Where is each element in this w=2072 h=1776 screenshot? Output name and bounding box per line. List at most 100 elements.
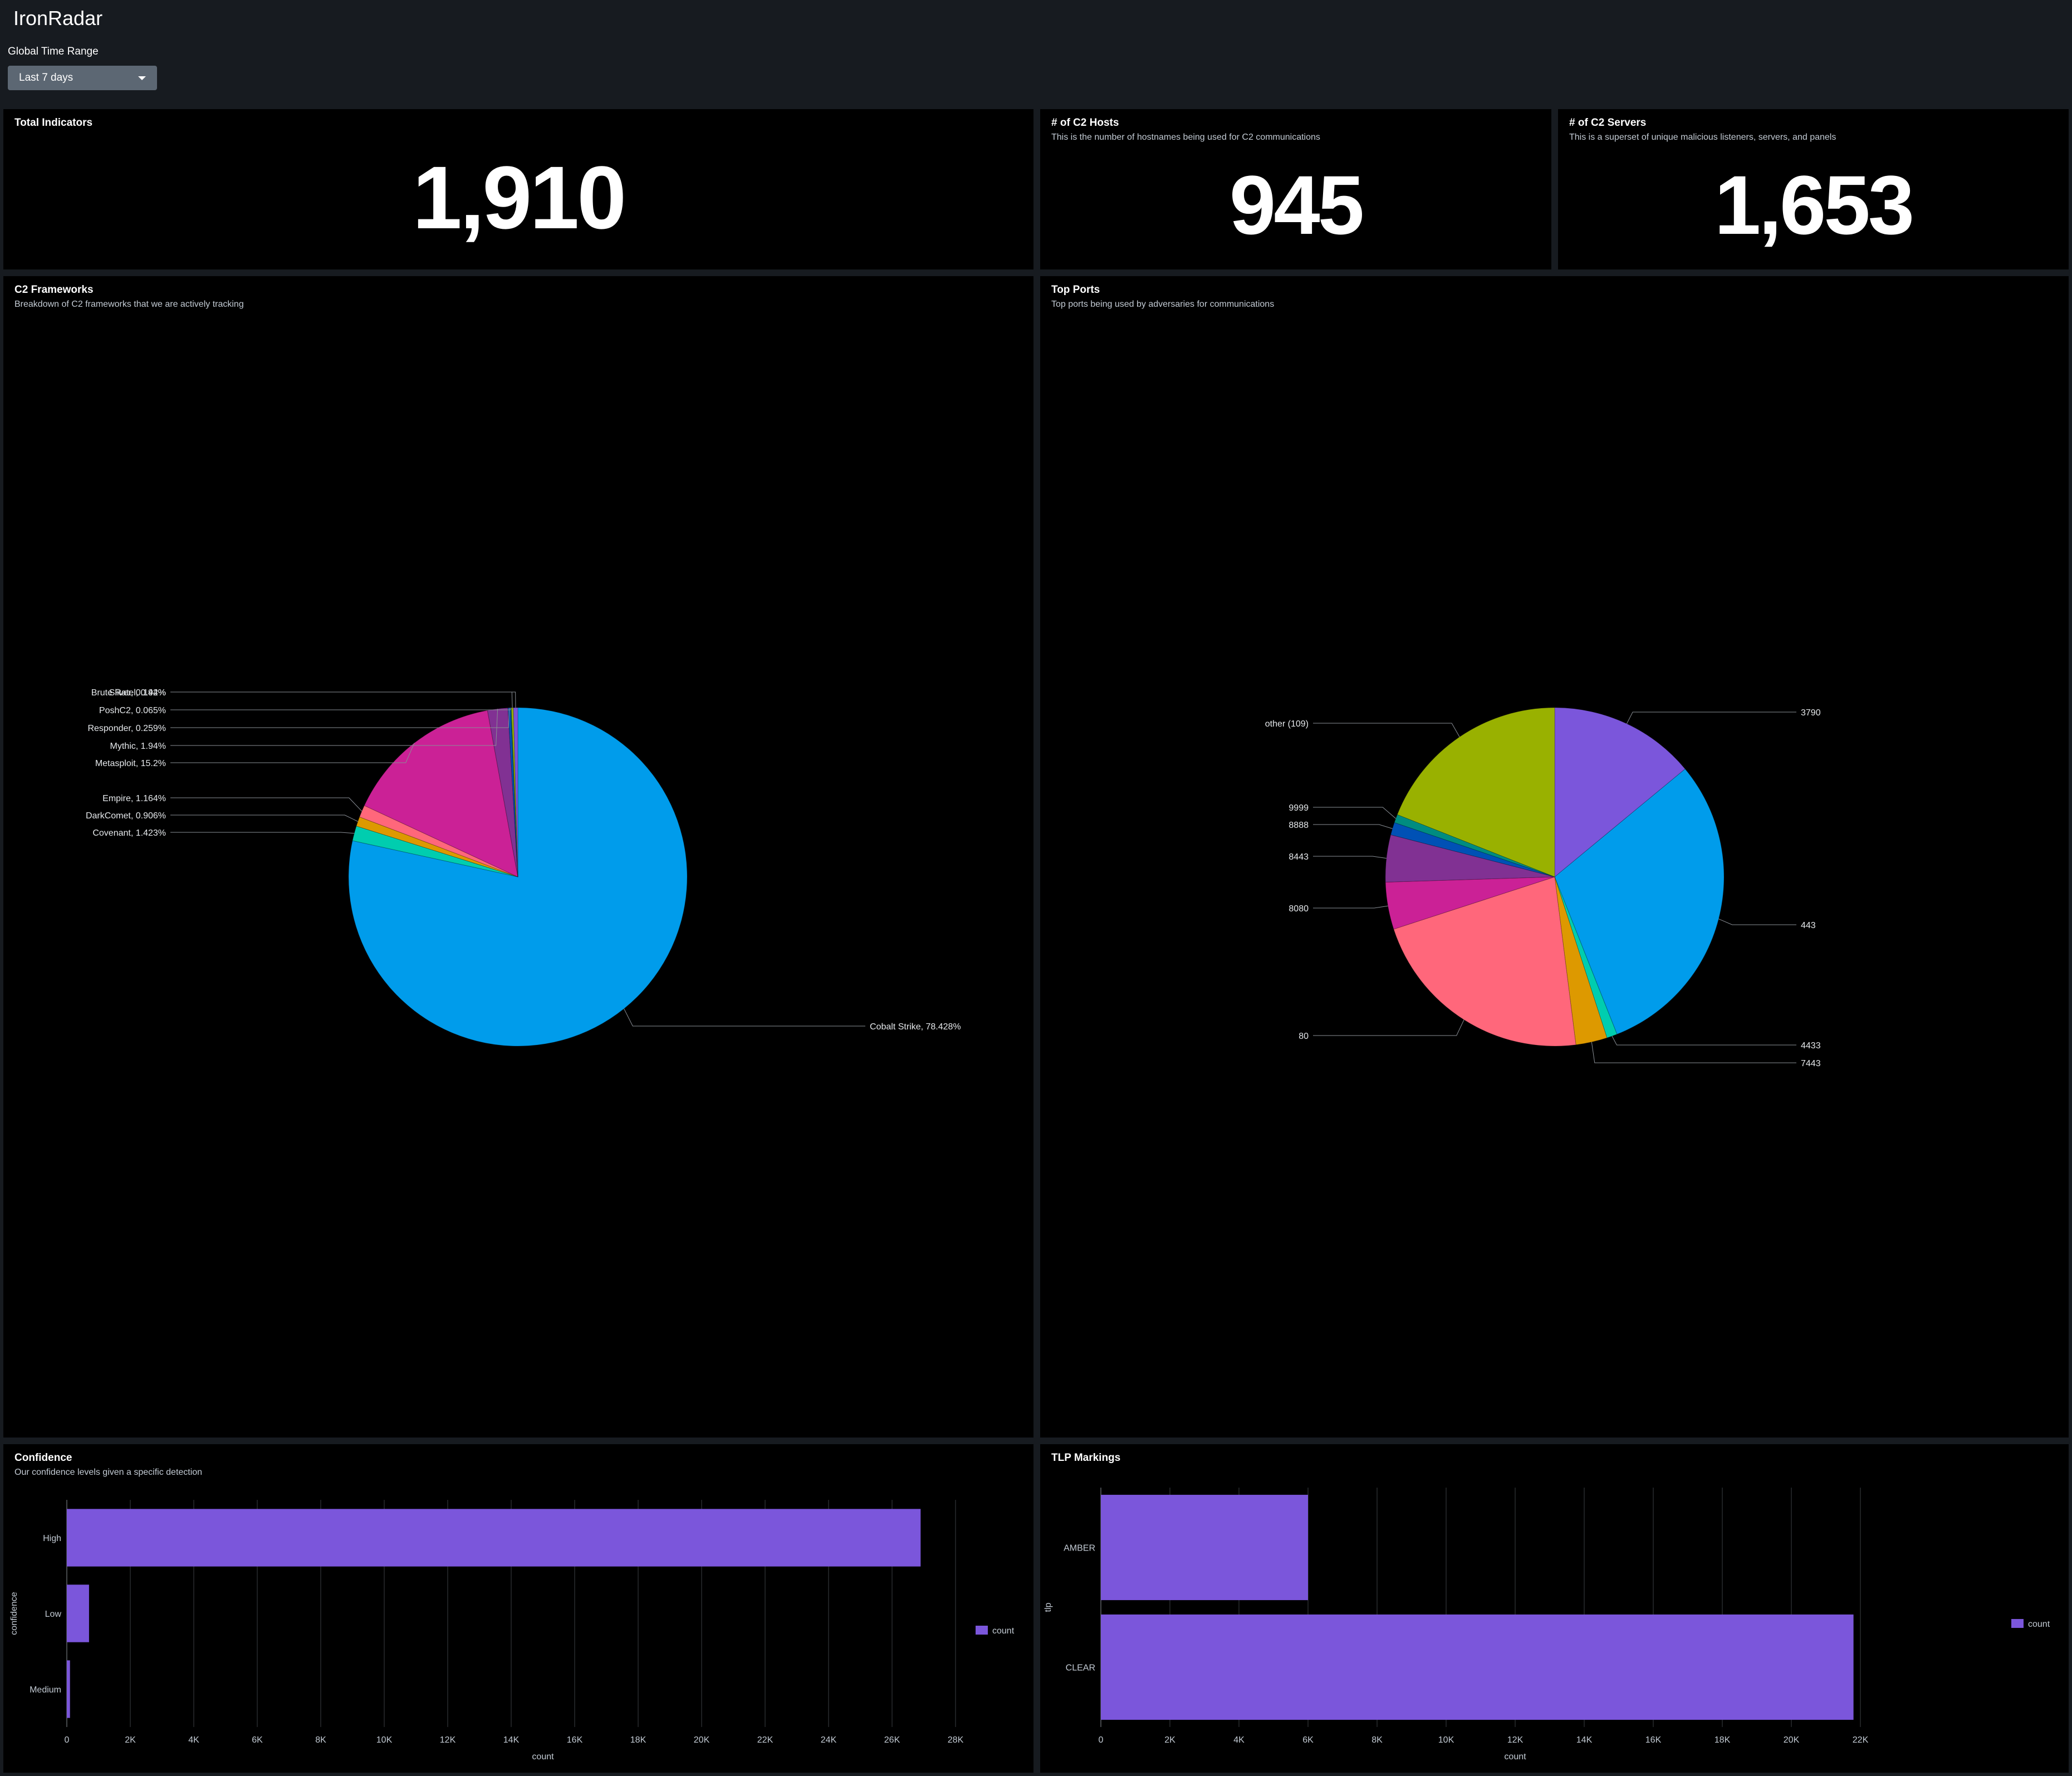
pie-slice-label: other (109) bbox=[1265, 719, 1309, 729]
x-tick-label: 4K bbox=[188, 1735, 199, 1745]
pie-leader-line bbox=[170, 797, 363, 812]
y-tick-label: AMBER bbox=[1064, 1544, 1095, 1553]
panel-total-indicators: Total Indicators 1,910 bbox=[3, 109, 1033, 269]
panel-tlp-markings: TLP Markings 0 2K 4K 6K 8K 10K 12K 14K 16K 18K 20K… bbox=[1040, 1444, 2069, 1773]
pie-leader-line bbox=[170, 815, 358, 822]
y-tick-label: Low bbox=[45, 1610, 62, 1619]
pie-slice-label: 8080 bbox=[1289, 904, 1309, 914]
x-tick-label: 12K bbox=[1507, 1735, 1524, 1745]
x-tick-label: 16K bbox=[567, 1735, 583, 1745]
y-axis-label: confidence bbox=[9, 1592, 19, 1635]
pie-slice-label: Brute Ratel, 0.42% bbox=[91, 688, 166, 698]
panel-c2-servers: # of C2 Servers This is a superset of un… bbox=[1558, 109, 2069, 269]
pie-slice-label: 3790 bbox=[1801, 708, 1821, 718]
legend-swatch bbox=[976, 1626, 988, 1635]
c2-hosts-value: 945 bbox=[1229, 158, 1364, 252]
x-tick-label: 28K bbox=[948, 1735, 964, 1745]
x-tick-label: 24K bbox=[821, 1735, 837, 1745]
panel-description: This is a superset of unique malicious l… bbox=[1569, 133, 1836, 142]
caret-down-icon bbox=[138, 76, 146, 80]
c2-servers-value: 1,653 bbox=[1714, 158, 1914, 252]
pie-leader-line bbox=[1626, 712, 1796, 724]
x-tick-label: 20K bbox=[694, 1735, 710, 1745]
pie-slice-label: Mythic, 1.94% bbox=[110, 742, 166, 751]
x-tick-label: 8K bbox=[315, 1735, 326, 1745]
pie-leader-line bbox=[170, 691, 516, 708]
pie-slice-label: 7443 bbox=[1801, 1059, 1821, 1068]
x-tick-label: 18K bbox=[1715, 1735, 1731, 1745]
panel-confidence: Confidence Our confidence levels given a… bbox=[3, 1444, 1033, 1773]
confidence-bar-chart: 0 2K 4K 6K 8K 10K 12K 14K 16K 18K 20K 22K 24K 26K 28K H… bbox=[9, 1500, 1015, 1762]
panel-title: # of C2 Hosts bbox=[1051, 117, 1119, 129]
y-tick-label: High bbox=[43, 1534, 61, 1543]
pie-leader-line bbox=[1611, 1036, 1796, 1046]
x-tick-label: 2K bbox=[1164, 1735, 1175, 1745]
pie-slice-label: Cobalt Strike, 78.428% bbox=[870, 1022, 961, 1032]
y-tick-label: Medium bbox=[30, 1685, 61, 1695]
pie-slice-label: 80 bbox=[1299, 1032, 1309, 1041]
pie-leader-line bbox=[1313, 824, 1393, 829]
panel-top-ports: Top Ports Top ports being used by advers… bbox=[1040, 276, 2069, 1438]
bar[interactable] bbox=[67, 1509, 921, 1567]
x-tick-label: 10K bbox=[1438, 1735, 1454, 1745]
x-tick-label: 22K bbox=[1853, 1735, 1869, 1745]
x-tick-label: 18K bbox=[630, 1735, 646, 1745]
panel-description: This is the number of hostnames being us… bbox=[1051, 133, 1320, 142]
legend-label: count bbox=[992, 1626, 1015, 1636]
pie-leader-line bbox=[170, 691, 513, 708]
x-tick-label: 6K bbox=[252, 1735, 263, 1745]
pie-slice-label: 4433 bbox=[1801, 1041, 1821, 1051]
pie-slice-label: 8443 bbox=[1289, 852, 1309, 862]
pie-leader-line bbox=[624, 1008, 865, 1027]
panel-c2-hosts: # of C2 Hosts This is the number of host… bbox=[1040, 109, 1551, 269]
x-tick-label: 16K bbox=[1645, 1735, 1662, 1745]
pie-slice-label: PoshC2, 0.065% bbox=[99, 706, 166, 715]
legend-swatch bbox=[2011, 1619, 2024, 1628]
x-tick-label: 6K bbox=[1302, 1735, 1314, 1745]
bar[interactable] bbox=[1101, 1494, 1308, 1601]
panel-title: Total Indicators bbox=[14, 117, 93, 129]
x-tick-label: 10K bbox=[376, 1735, 393, 1745]
time-range-dropdown[interactable]: Last 7 days bbox=[8, 66, 157, 90]
x-tick-label: 2K bbox=[125, 1735, 136, 1745]
pie-slice-label: 9999 bbox=[1289, 803, 1309, 813]
pie-slice-label: Metasploit, 15.2% bbox=[95, 759, 166, 768]
x-tick-label: 20K bbox=[1784, 1735, 1800, 1745]
x-tick-label: 0 bbox=[65, 1735, 70, 1745]
time-range-label: Global Time Range bbox=[8, 46, 99, 57]
pie-leader-line bbox=[170, 708, 512, 710]
x-axis-label: count bbox=[532, 1752, 554, 1762]
pie-slice-label: DarkComet, 0.906% bbox=[86, 811, 166, 821]
bar[interactable] bbox=[67, 1660, 70, 1718]
x-tick-label: 14K bbox=[503, 1735, 520, 1745]
pie-leader-line bbox=[1718, 919, 1796, 925]
x-tick-label: 26K bbox=[884, 1735, 900, 1745]
pie-leader-line bbox=[1313, 905, 1388, 909]
pie-leader-line bbox=[1313, 807, 1396, 819]
panel-c2-frameworks: C2 Frameworks Breakdown of C2 frameworks… bbox=[3, 276, 1033, 1438]
frameworks-pie-chart: Cobalt Strike, 78.428% Covenant, 1.423% Da… bbox=[86, 688, 961, 1047]
x-tick-label: 8K bbox=[1371, 1735, 1383, 1745]
app-title: IronRadar bbox=[13, 7, 103, 30]
pie-leader-line bbox=[1313, 1019, 1464, 1036]
y-tick-label: CLEAR bbox=[1066, 1664, 1095, 1673]
x-tick-label: 22K bbox=[757, 1735, 773, 1745]
x-tick-label: 0 bbox=[1099, 1735, 1104, 1745]
pie-leader-line bbox=[170, 743, 415, 763]
panel-title: # of C2 Servers bbox=[1569, 117, 1647, 129]
pie-slice-label: 8888 bbox=[1289, 821, 1309, 830]
bar[interactable] bbox=[1101, 1614, 1854, 1720]
ports-pie-chart: 379044344337443808080844388889999other (… bbox=[1265, 707, 1821, 1068]
legend-label: count bbox=[2028, 1620, 2050, 1629]
pie-slice-label: Covenant, 1.423% bbox=[92, 828, 166, 838]
pie-slice-label: Empire, 1.164% bbox=[102, 794, 166, 803]
pie-leader-line bbox=[1313, 856, 1387, 859]
y-axis-label: tlp bbox=[1044, 1602, 1053, 1612]
x-axis-label: count bbox=[1504, 1752, 1526, 1762]
bar[interactable] bbox=[67, 1584, 89, 1642]
x-tick-label: 14K bbox=[1576, 1735, 1593, 1745]
pie-slice-label: 443 bbox=[1801, 921, 1816, 930]
time-range-value: Last 7 days bbox=[19, 72, 74, 84]
tlp-bar-chart: 0 2K 4K 6K 8K 10K 12K 14K 16K 18K 20K 22K AMBER CLEAR… bbox=[1044, 1488, 2050, 1762]
pie-leader-line bbox=[170, 832, 355, 834]
